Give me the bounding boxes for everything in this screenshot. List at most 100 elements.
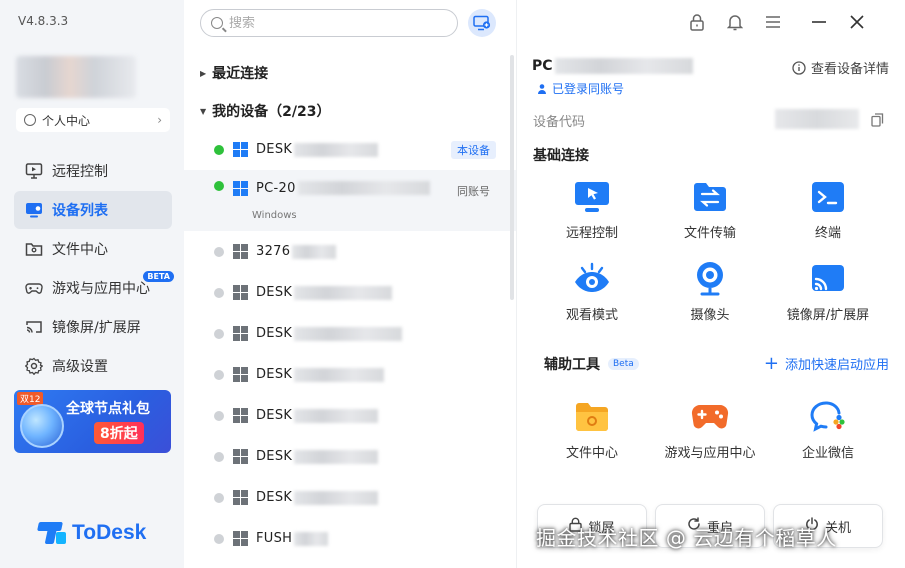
copy-icon (871, 113, 884, 127)
tool-game-app-center[interactable]: 游戏与应用中心 (651, 396, 769, 478)
sidebar-item-file-center[interactable]: 文件中心 (14, 230, 172, 268)
caret-down-icon: ▼ (200, 106, 207, 116)
device-name-redacted (294, 449, 379, 464)
user-center-button[interactable]: 个人中心 › (16, 108, 170, 132)
minimize-icon (812, 21, 826, 23)
copy-code-button[interactable] (871, 112, 884, 131)
device-row[interactable]: FUSH (184, 518, 516, 559)
offline-status-dot (214, 287, 224, 298)
brand-name: ToDesk (72, 521, 147, 544)
tool-label: 观看模式 (565, 308, 618, 323)
sidebar-item-mirror-screen[interactable]: 镜像屏/扩展屏 (14, 308, 172, 346)
device-row[interactable]: DESK (184, 354, 516, 395)
beta-badge: BETA (143, 271, 174, 282)
plus-icon: + (763, 352, 779, 374)
device-row[interactable]: DESK (184, 313, 516, 354)
tool-label: 游戏与应用中心 (664, 446, 756, 461)
tool-camera[interactable]: 摄像头 (651, 258, 769, 340)
sidebar-item-advanced-settings[interactable]: 高级设置 (14, 347, 172, 385)
tool-file-center[interactable]: 文件中心 (533, 396, 651, 478)
user-check-icon (538, 83, 546, 94)
device-list-icon (24, 200, 44, 220)
avatar[interactable] (16, 56, 136, 98)
sidebar-item-game-app-center[interactable]: 游戏与应用中心 BETA (14, 269, 174, 307)
close-button[interactable] (845, 10, 869, 34)
device-row-selected[interactable]: PC-20 同账号 Windows (184, 170, 516, 231)
tool-label: 远程控制 (565, 226, 618, 241)
promo-title: 全球节点礼包 (66, 401, 150, 417)
device-row[interactable]: 3276 (184, 231, 516, 272)
device-detail-panel: PC 已登录同账号 查看设备详情 设备代码 基础连接 远程控制 文件传输 终端 … (516, 0, 905, 568)
tool-label: 镜像屏/扩展屏 (786, 308, 870, 323)
window-controls (685, 10, 883, 34)
device-title: PC (532, 58, 693, 74)
todesk-window: V4.8.3.3 个人中心 › 远程控制 设备列表 文件中心 游戏与应用中心 B… (0, 0, 905, 568)
sidebar-item-device-list[interactable]: 设备列表 (14, 191, 172, 229)
search-input[interactable] (229, 15, 429, 31)
windows-icon (233, 326, 248, 341)
windows-icon (233, 142, 248, 157)
device-title-text: PC (532, 58, 553, 74)
remote-control-icon (573, 178, 611, 216)
cast-screen-icon (809, 260, 847, 298)
device-name-redacted (294, 326, 403, 341)
gamepad-icon (691, 398, 729, 436)
beta-badge: Beta (608, 358, 639, 370)
bell-icon (727, 15, 743, 31)
tool-view-mode[interactable]: 观看模式 (533, 258, 651, 340)
device-name: DESK (256, 490, 293, 505)
folder-icon (24, 239, 44, 259)
same-account-badge: 同账号 (457, 185, 490, 198)
tool-terminal[interactable]: 终端 (769, 176, 887, 258)
device-name-redacted (294, 531, 329, 546)
lock-window-button[interactable] (685, 10, 709, 34)
device-list: DESK 本设备 PC-20 同账号 Windows 3276 DESK DES… (184, 129, 516, 559)
windows-icon (233, 244, 248, 259)
offline-status-dot (214, 328, 224, 339)
minimize-button[interactable] (807, 10, 831, 34)
device-name-redacted (292, 244, 337, 259)
device-name: DESK (256, 408, 293, 423)
sidebar-item-label: 远程控制 (52, 164, 108, 180)
sidebar-nav: 远程控制 设备列表 文件中心 游戏与应用中心 BETA 镜像屏/扩展屏 高级设置 (14, 152, 174, 386)
device-row[interactable]: DESK 本设备 (184, 129, 516, 170)
search-icon (211, 17, 223, 29)
tool-mirror-screen[interactable]: 镜像屏/扩展屏 (769, 258, 887, 340)
tool-wecom[interactable]: 企业微信 (769, 396, 887, 478)
device-row[interactable]: DESK (184, 436, 516, 477)
device-name-redacted (294, 285, 393, 300)
menu-button[interactable] (761, 10, 785, 34)
tool-remote-control[interactable]: 远程控制 (533, 176, 651, 258)
device-row[interactable]: DESK (184, 395, 516, 436)
group-recent-connections[interactable]: ▶ 最近连接 (200, 63, 268, 83)
tool-file-transfer[interactable]: 文件传输 (651, 176, 769, 258)
view-device-details-link[interactable]: 查看设备详情 (792, 58, 889, 77)
tool-label: 文件中心 (565, 446, 618, 461)
add-device-button[interactable] (468, 9, 496, 37)
group-my-devices[interactable]: ▼ 我的设备（2/23） (200, 101, 331, 121)
add-quick-launch-button[interactable]: + 添加快速启动应用 (764, 354, 889, 373)
basic-connection-title: 基础连接 (533, 148, 589, 164)
search-box[interactable] (200, 9, 458, 37)
device-code-value (775, 109, 859, 129)
file-transfer-icon (691, 178, 729, 216)
todesk-logo: ToDesk (37, 520, 147, 546)
windows-icon (233, 490, 248, 505)
notifications-button[interactable] (723, 10, 747, 34)
camera-icon (691, 260, 729, 298)
device-name: 3276 (256, 244, 291, 259)
device-row[interactable]: DESK (184, 477, 516, 518)
device-list-scrollbar[interactable] (510, 55, 514, 300)
auxiliary-tools-title: 辅助工具 Beta (544, 354, 639, 374)
todesk-logo-icon (37, 520, 66, 546)
device-name: PC-20 (256, 181, 296, 196)
monitor-icon (24, 161, 44, 181)
sidebar: V4.8.3.3 个人中心 › 远程控制 设备列表 文件中心 游戏与应用中心 B… (0, 0, 184, 568)
windows-icon (233, 408, 248, 423)
promo-banner[interactable]: 双12 全球节点礼包 8折起 (14, 390, 171, 453)
device-name: DESK (256, 367, 293, 382)
device-code-label: 设备代码 (533, 115, 586, 130)
sidebar-item-remote-control[interactable]: 远程控制 (14, 152, 172, 190)
device-row[interactable]: DESK (184, 272, 516, 313)
online-status-dot (214, 144, 224, 155)
